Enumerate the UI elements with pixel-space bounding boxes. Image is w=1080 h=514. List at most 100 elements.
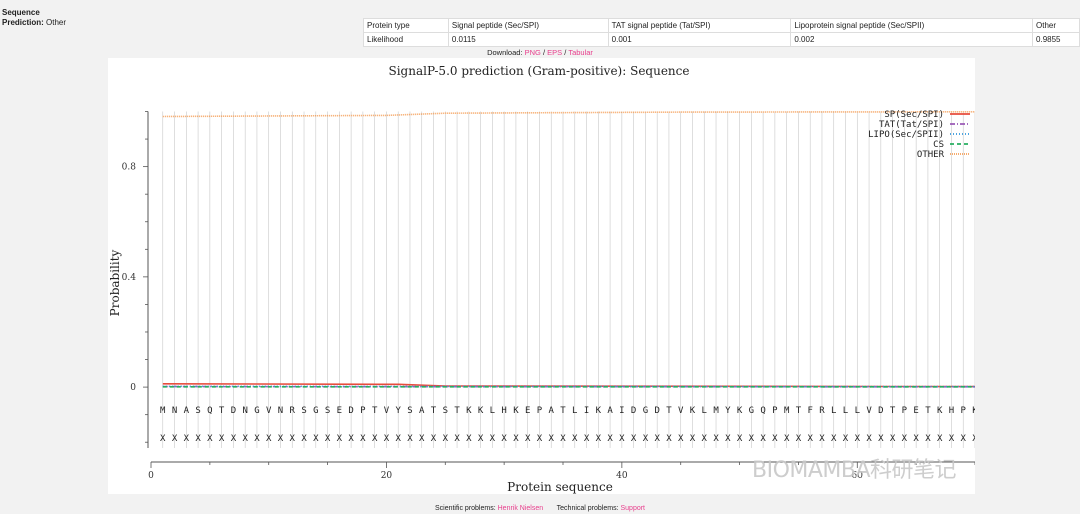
residue-letter: S — [325, 406, 330, 416]
residue-letter: D — [231, 406, 236, 416]
table-cell: 0.001 — [607, 32, 792, 47]
residue-letter: K — [690, 406, 696, 416]
separator: / — [542, 48, 546, 57]
residue-letter: P — [537, 406, 543, 416]
summary-panel: Sequence Prediction: Other — [2, 8, 66, 28]
annotation-letter: X — [172, 434, 178, 444]
residue-letter: T — [666, 406, 672, 416]
annotation-letter: X — [490, 434, 496, 444]
residue-letter: R — [819, 406, 825, 416]
annotation-letter: X — [266, 434, 272, 444]
annotation-letter: X — [242, 434, 248, 444]
residue-letter: D — [878, 406, 883, 416]
chart-series — [162, 111, 976, 388]
residue-letter: A — [607, 406, 613, 416]
residue-letter: E — [337, 406, 342, 416]
annotation-letter: X — [796, 434, 802, 444]
table-header: Lipoprotein signal peptide (Sec/SPII) — [790, 18, 1034, 33]
chart-title: SignalP-5.0 prediction (Gram-positive): … — [389, 64, 690, 78]
sci-contact-link[interactable]: Henrik Nielsen — [498, 505, 544, 512]
annotation-letter: X — [431, 434, 437, 444]
annotation-letter: X — [278, 434, 284, 444]
annotation-letter: X — [702, 434, 708, 444]
annotation-letter: X — [961, 434, 967, 444]
annotation-letter: X — [348, 434, 354, 444]
residue-letter: P — [772, 406, 778, 416]
download-tabular-link[interactable]: Tabular — [568, 48, 593, 57]
residue-letter: L — [490, 406, 495, 416]
x-tick-label: 40 — [616, 471, 628, 481]
download-png-link[interactable]: PNG — [525, 48, 541, 57]
annotation-letter: X — [207, 434, 213, 444]
annotation-letter: X — [631, 434, 637, 444]
annotation-letter: X — [913, 434, 919, 444]
sci-problems-label: Scientific problems: — [434, 505, 496, 512]
residue-letter: L — [855, 406, 860, 416]
annotation-letter: X — [760, 434, 766, 444]
x-tick-label: 0 — [148, 471, 154, 481]
chart-legend: SP(Sec/SPI)TAT(Tat/SPI)LIPO(Sec/SPII)CSO… — [868, 110, 970, 160]
residue-letter: H — [949, 406, 954, 416]
table-cell: 0.0115 — [447, 32, 609, 47]
download-label: Download: — [487, 48, 523, 57]
prediction-value: Other — [46, 18, 67, 27]
residue-letter: T — [372, 406, 378, 416]
tech-contact-link[interactable]: Support — [620, 505, 645, 512]
residue-letter: T — [219, 406, 225, 416]
download-eps-link[interactable]: EPS — [547, 48, 562, 57]
legend-label: OTHER — [917, 150, 945, 160]
annotation-letter: X — [596, 434, 602, 444]
annotation-letter: X — [878, 434, 884, 444]
tech-problems-label: Technical problems: — [556, 505, 619, 512]
chart-svg: SignalP-5.0 prediction (Gram-positive): … — [108, 64, 978, 494]
residue-letter: T — [796, 406, 802, 416]
residue-letter: S — [443, 406, 448, 416]
table-header: Protein type — [363, 18, 449, 33]
residue-letter: T — [890, 406, 896, 416]
residue-letter: K — [466, 406, 472, 416]
residue-letter: L — [843, 406, 848, 416]
table-cell: Likelihood — [363, 32, 449, 47]
annotation-letter: X — [549, 434, 555, 444]
annotation-letter: X — [301, 434, 307, 444]
residue-letter: A — [549, 406, 555, 416]
legend-label: TAT(Tat/SPI) — [879, 120, 944, 130]
annotation-letter: X — [690, 434, 696, 444]
residue-letter: R — [290, 406, 296, 416]
residue-letter: K — [737, 406, 743, 416]
annotation-letter: X — [843, 434, 849, 444]
annotation-letter: X — [972, 434, 975, 444]
annotation-letter: X — [866, 434, 872, 444]
table-header-row: Protein type Signal peptide (Sec/SPI) TA… — [363, 18, 1080, 33]
annotation-letter: X — [313, 434, 319, 444]
residue-letter: Y — [725, 406, 731, 416]
annotation-letter: X — [184, 434, 190, 444]
residue-letter: G — [313, 406, 318, 416]
annotation-letter: X — [725, 434, 731, 444]
annotation-letter: X — [419, 434, 425, 444]
download-bar: Download: PNG / EPS / Tabular — [0, 48, 1080, 57]
residue-letter: S — [301, 406, 306, 416]
residue-letter: E — [525, 406, 530, 416]
residue-letter: N — [278, 406, 283, 416]
annotation-letter: X — [902, 434, 908, 444]
annotation-letter: X — [855, 434, 861, 444]
annotation-letter: X — [325, 434, 331, 444]
residue-letter: S — [195, 406, 200, 416]
annotation-letter: X — [525, 434, 531, 444]
watermark: BIOMAMBA科研笔记 — [752, 458, 957, 483]
residue-letter: M — [160, 406, 166, 416]
annotation-letter: X — [572, 434, 578, 444]
annotation-letter: X — [890, 434, 896, 444]
residue-letter: T — [454, 406, 460, 416]
residue-letter: D — [654, 406, 659, 416]
residue-letter: I — [584, 406, 589, 416]
annotation-letter: X — [819, 434, 825, 444]
annotation-letter: X — [254, 434, 260, 444]
annotation-letter: X — [537, 434, 543, 444]
residue-letter: T — [560, 406, 566, 416]
residue-letter: M — [713, 406, 719, 416]
annotation-letter: X — [937, 434, 943, 444]
chart-grid — [162, 111, 976, 448]
residue-letter: K — [478, 406, 484, 416]
